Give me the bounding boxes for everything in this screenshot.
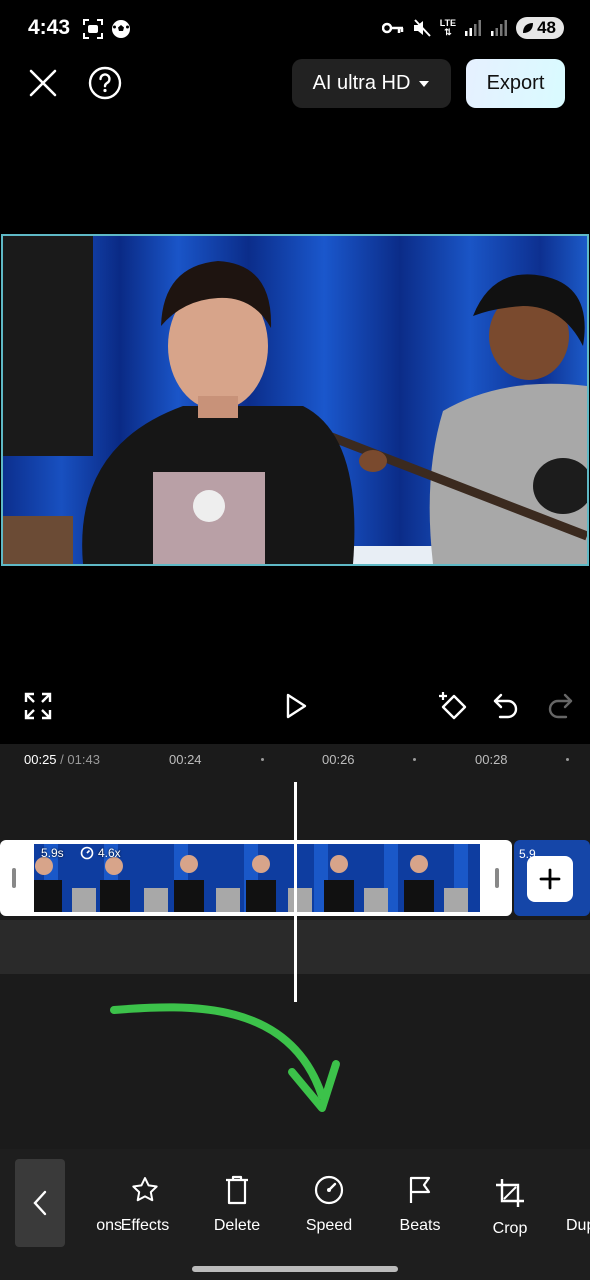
flag-icon	[409, 1176, 431, 1203]
help-icon	[88, 66, 122, 100]
mute-icon	[413, 19, 431, 37]
undo-icon	[493, 693, 518, 719]
export-button[interactable]: Export	[466, 59, 565, 108]
tool-label: Delete	[213, 1217, 261, 1234]
ruler-tick: 00:28	[475, 752, 508, 767]
timeline[interactable]: 00:25 / 01:43 00:24 00:26 00:28 5.9s 4.6…	[0, 744, 590, 1149]
status-time: 4:43	[28, 16, 71, 39]
star-icon	[132, 1177, 158, 1202]
vpn-key-icon	[381, 22, 403, 34]
ruler-tick: 00:26	[322, 752, 355, 767]
bottom-toolbar: ons Effects Delete Speed Beats Crop Du	[0, 1149, 590, 1280]
tool-delete[interactable]: Delete	[195, 1173, 279, 1235]
video-frame-image	[3, 236, 587, 564]
tool-speed[interactable]: Speed	[287, 1173, 371, 1235]
fullscreen-icon	[24, 692, 52, 720]
speedometer-icon	[314, 1175, 344, 1205]
signal-icon-2	[491, 20, 508, 36]
status-left-icons	[82, 18, 132, 40]
redo-button[interactable]	[546, 691, 574, 721]
battery-indicator: 48	[516, 17, 564, 39]
play-icon	[286, 693, 307, 719]
time-readout: 00:25 / 01:43	[24, 752, 100, 767]
ruler-dot	[413, 758, 416, 761]
clip-speed-value: 4.6x	[98, 846, 121, 860]
tool-label: Speed	[305, 1217, 353, 1234]
quality-label: AI ultra HD	[312, 72, 411, 94]
tool-label: Dup	[566, 1217, 590, 1234]
keyframe-icon	[439, 692, 467, 720]
annotation-arrow-icon	[110, 1003, 340, 1112]
selected-video-clip[interactable]: 5.9s 4.6x	[0, 840, 512, 916]
signal-icon	[465, 20, 482, 36]
crop-icon	[496, 1179, 524, 1207]
status-right: LTE ⇅ 48	[381, 17, 564, 39]
close-button[interactable]	[22, 62, 64, 104]
tool-crop[interactable]: Crop	[468, 1176, 552, 1238]
tool-label: Effects	[120, 1217, 170, 1234]
network-type: LTE ⇅	[439, 18, 457, 37]
tool-duplicate[interactable]: Dup	[548, 1173, 590, 1235]
ruler-dot	[566, 758, 569, 761]
time-ruler: 00:25 / 01:43 00:24 00:26 00:28	[0, 744, 590, 780]
close-icon	[29, 69, 57, 97]
screenshot-icon	[83, 19, 103, 39]
video-preview[interactable]	[1, 234, 589, 566]
quality-selector[interactable]: AI ultra HD	[292, 59, 451, 108]
battery-level: 48	[537, 18, 556, 37]
total-time: / 01:43	[60, 752, 100, 767]
clip-speed: 4.6x	[80, 846, 121, 860]
status-bar: 4:43 LTE ⇅ 48	[0, 0, 590, 60]
add-clip-button[interactable]	[527, 856, 573, 902]
clip-duration: 5.9s	[41, 846, 64, 860]
play-button[interactable]	[281, 690, 311, 722]
help-button[interactable]	[88, 66, 122, 100]
ruler-tick: 00:24	[169, 752, 202, 767]
leaf-icon	[523, 23, 534, 33]
playhead[interactable]	[294, 782, 297, 1002]
tool-effects[interactable]: Effects	[103, 1173, 187, 1235]
home-indicator[interactable]	[192, 1266, 398, 1272]
plus-icon	[539, 868, 561, 890]
current-time: 00:25	[24, 752, 57, 767]
redo-icon	[548, 693, 573, 719]
keyframe-button[interactable]	[436, 690, 470, 722]
caret-down-icon	[419, 80, 430, 87]
soccer-ball-icon	[112, 20, 130, 38]
clip-left-handle[interactable]	[12, 868, 16, 888]
ruler-dot	[261, 758, 264, 761]
tool-label: Beats	[399, 1217, 441, 1234]
fullscreen-button[interactable]	[24, 692, 52, 720]
trash-icon	[226, 1175, 248, 1205]
tool-beats[interactable]: Beats	[378, 1173, 462, 1235]
clip-right-handle[interactable]	[495, 868, 499, 888]
tool-label: Crop	[492, 1220, 528, 1237]
undo-button[interactable]	[492, 691, 520, 721]
speed-icon	[80, 846, 94, 860]
